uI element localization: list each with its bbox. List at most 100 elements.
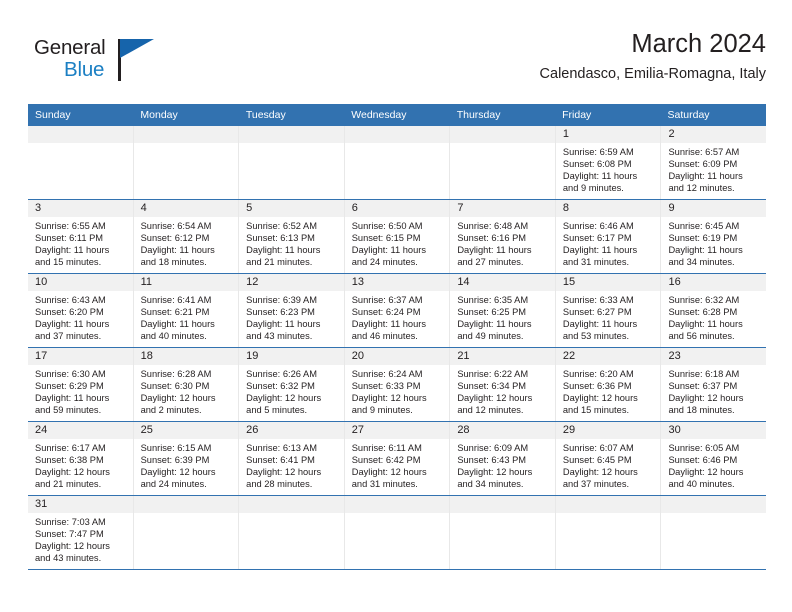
calendar-day-cell-empty	[661, 496, 767, 569]
day-details: Sunrise: 6:43 AM Sunset: 6:20 PM Daylight:…	[28, 291, 133, 342]
daylight-duration-line1: Daylight: 11 hours	[35, 245, 110, 256]
sunrise-time: Sunrise: 6:05 AM	[668, 443, 740, 453]
calendar-day-cell[interactable]: 19 Sunrise: 6:26 AM Sunset: 6:32 PM Dayligh…	[239, 348, 345, 421]
general-blue-logo[interactable]: General Blue	[34, 36, 164, 88]
calendar-day-cell[interactable]: 24 Sunrise: 6:17 AM Sunset: 6:38 PM Dayligh…	[28, 422, 134, 495]
daylight-duration-line2: and 18 minutes.	[140, 257, 207, 268]
sunrise-time: Sunrise: 6:18 AM	[668, 369, 740, 379]
day-number: 29	[555, 422, 661, 439]
daylight-duration-line2: and 34 minutes.	[457, 479, 524, 490]
calendar-day-cell-empty	[450, 126, 556, 199]
calendar-day-cell[interactable]: 13 Sunrise: 6:37 AM Sunset: 6:24 PM Dayligh…	[344, 274, 451, 347]
calendar-day-cell-empty	[239, 126, 345, 199]
daylight-duration-line1: Daylight: 12 hours	[351, 393, 427, 404]
day-number: 30	[661, 422, 767, 439]
calendar-day-cell[interactable]: 30 Sunrise: 6:05 AM Sunset: 6:46 PM Dayligh…	[661, 422, 767, 495]
day-number: 24	[28, 422, 133, 439]
sunrise-time: Sunrise: 6:57 AM	[668, 147, 740, 157]
calendar-day-cell[interactable]: 10 Sunrise: 6:43 AM Sunset: 6:20 PM Dayligh…	[28, 274, 134, 347]
day-number: 22	[555, 348, 661, 365]
calendar-day-cell-empty	[555, 496, 662, 569]
daylight-duration-line2: and 12 minutes.	[457, 405, 524, 416]
day-details: Sunrise: 6:18 AM Sunset: 6:37 PM Daylight:…	[661, 365, 766, 416]
day-number: 13	[344, 274, 450, 291]
day-number: 20	[344, 348, 450, 365]
daylight-duration-line2: and 56 minutes.	[668, 331, 735, 342]
sunrise-time: Sunrise: 6:28 AM	[140, 369, 212, 379]
calendar-day-cell[interactable]: 31 Sunrise: 7:03 AM Sunset: 7:47 PM Dayligh…	[28, 496, 134, 569]
calendar-day-cell[interactable]: 18 Sunrise: 6:28 AM Sunset: 6:30 PM Dayligh…	[133, 348, 240, 421]
calendar-day-cell-empty	[133, 126, 240, 199]
daylight-duration-line1: Daylight: 11 hours	[246, 319, 321, 330]
daylight-duration-line1: Daylight: 11 hours	[140, 319, 215, 330]
calendar-day-cell[interactable]: 14 Sunrise: 6:35 AM Sunset: 6:25 PM Dayligh…	[450, 274, 556, 347]
calendar-day-cell[interactable]: 29 Sunrise: 6:07 AM Sunset: 6:45 PM Dayligh…	[555, 422, 662, 495]
daylight-duration-line1: Daylight: 12 hours	[668, 393, 744, 404]
daylight-duration-line2: and 37 minutes.	[562, 479, 630, 490]
daylight-duration-line2: and 24 minutes.	[351, 257, 418, 268]
calendar-day-cell[interactable]: 5 Sunrise: 6:52 AM Sunset: 6:13 PM Daylight…	[239, 200, 345, 273]
calendar-day-cell[interactable]: 28 Sunrise: 6:09 AM Sunset: 6:43 PM Dayligh…	[450, 422, 556, 495]
day-details: Sunrise: 6:37 AM Sunset: 6:24 PM Daylight:…	[345, 291, 450, 342]
calendar-day-cell[interactable]: 2 Sunrise: 6:57 AM Sunset: 6:09 PM Daylight…	[661, 126, 767, 199]
calendar-day-cell[interactable]: 25 Sunrise: 6:15 AM Sunset: 6:39 PM Dayligh…	[133, 422, 240, 495]
calendar-day-cell[interactable]: 3 Sunrise: 6:55 AM Sunset: 6:11 PM Daylight…	[28, 200, 134, 273]
day-details: Sunrise: 6:52 AM Sunset: 6:13 PM Daylight:…	[239, 217, 344, 268]
calendar-day-cell[interactable]: 16 Sunrise: 6:32 AM Sunset: 6:28 PM Dayligh…	[661, 274, 767, 347]
day-details: Sunrise: 6:57 AM Sunset: 6:09 PM Daylight:…	[661, 143, 766, 194]
calendar-day-cell[interactable]: 9 Sunrise: 6:45 AM Sunset: 6:19 PM Daylight…	[661, 200, 767, 273]
sunset-time: Sunset: 6:43 PM	[457, 455, 527, 466]
calendar-day-cell[interactable]: 6 Sunrise: 6:50 AM Sunset: 6:15 PM Daylight…	[344, 200, 451, 273]
day-details: Sunrise: 6:59 AM Sunset: 6:08 PM Daylight:…	[556, 143, 661, 194]
daylight-duration-line2: and 43 minutes.	[35, 553, 102, 564]
title-block: March 2024 Calendasco, Emilia-Romagna, I…	[540, 28, 766, 85]
day-number: 10	[28, 274, 133, 291]
calendar-week-row: 3 Sunrise: 6:55 AM Sunset: 6:11 PM Daylight…	[28, 200, 767, 274]
calendar-day-cell[interactable]: 20 Sunrise: 6:24 AM Sunset: 6:33 PM Dayligh…	[344, 348, 451, 421]
daylight-duration-line1: Daylight: 12 hours	[562, 467, 638, 478]
calendar-day-cell[interactable]: 27 Sunrise: 6:11 AM Sunset: 6:42 PM Dayligh…	[344, 422, 451, 495]
calendar-day-cell[interactable]: 1 Sunrise: 6:59 AM Sunset: 6:08 PM Daylight…	[555, 126, 662, 199]
day-number: 3	[28, 200, 133, 217]
day-number: 6	[344, 200, 450, 217]
sunrise-time: Sunrise: 6:17 AM	[35, 443, 106, 453]
calendar-day-cell[interactable]: 7 Sunrise: 6:48 AM Sunset: 6:16 PM Daylight…	[450, 200, 556, 273]
calendar-day-cell[interactable]: 15 Sunrise: 6:33 AM Sunset: 6:27 PM Dayligh…	[555, 274, 662, 347]
calendar-day-cell[interactable]: 22 Sunrise: 6:20 AM Sunset: 6:36 PM Dayligh…	[555, 348, 662, 421]
sunrise-time: Sunrise: 6:11 AM	[351, 443, 422, 453]
calendar-day-cell[interactable]: 12 Sunrise: 6:39 AM Sunset: 6:23 PM Dayligh…	[239, 274, 345, 347]
sunset-time: Sunset: 6:46 PM	[668, 455, 738, 466]
calendar-day-cell[interactable]: 4 Sunrise: 6:54 AM Sunset: 6:12 PM Daylight…	[133, 200, 240, 273]
weekday-header-sunday: Sunday	[35, 109, 71, 121]
calendar-day-cell[interactable]: 26 Sunrise: 6:13 AM Sunset: 6:41 PM Dayligh…	[239, 422, 345, 495]
day-details: Sunrise: 6:26 AM Sunset: 6:32 PM Daylight:…	[239, 365, 344, 416]
sunrise-time: Sunrise: 6:32 AM	[668, 295, 740, 305]
weekday-header-tuesday: Tuesday	[245, 109, 286, 121]
daylight-duration-line1: Daylight: 11 hours	[562, 319, 638, 330]
day-details: Sunrise: 6:20 AM Sunset: 6:36 PM Daylight:…	[556, 365, 661, 416]
day-details: Sunrise: 6:45 AM Sunset: 6:19 PM Daylight:…	[661, 217, 766, 268]
daylight-duration-line1: Daylight: 12 hours	[668, 467, 744, 478]
day-number: 2	[661, 126, 767, 143]
calendar-day-cell[interactable]: 21 Sunrise: 6:22 AM Sunset: 6:34 PM Dayligh…	[450, 348, 556, 421]
calendar-day-cell[interactable]: 17 Sunrise: 6:30 AM Sunset: 6:29 PM Dayligh…	[28, 348, 134, 421]
day-number: 25	[133, 422, 239, 439]
sunset-time: Sunset: 6:09 PM	[668, 159, 738, 170]
sunset-time: Sunset: 6:27 PM	[562, 307, 632, 318]
calendar-day-cell[interactable]: 8 Sunrise: 6:46 AM Sunset: 6:17 PM Daylight…	[555, 200, 662, 273]
daylight-duration-line2: and 12 minutes.	[668, 183, 735, 194]
daylight-duration-line1: Daylight: 11 hours	[246, 245, 321, 256]
day-details: Sunrise: 6:22 AM Sunset: 6:34 PM Daylight:…	[450, 365, 555, 416]
day-number: 23	[661, 348, 767, 365]
daylight-duration-line1: Daylight: 11 hours	[351, 245, 426, 256]
day-number: 9	[661, 200, 767, 217]
sunset-time: Sunset: 6:23 PM	[246, 307, 315, 318]
day-number: 16	[661, 274, 767, 291]
daylight-duration-line2: and 49 minutes.	[457, 331, 524, 342]
sunrise-time: Sunrise: 6:22 AM	[457, 369, 529, 379]
sunset-time: Sunset: 6:11 PM	[35, 233, 104, 244]
calendar-day-cell[interactable]: 11 Sunrise: 6:41 AM Sunset: 6:21 PM Dayligh…	[133, 274, 240, 347]
daylight-duration-line1: Daylight: 12 hours	[457, 393, 533, 404]
calendar-day-cell[interactable]: 23 Sunrise: 6:18 AM Sunset: 6:37 PM Dayligh…	[661, 348, 767, 421]
calendar-weeks: 1 Sunrise: 6:59 AM Sunset: 6:08 PM Daylight…	[28, 126, 767, 570]
